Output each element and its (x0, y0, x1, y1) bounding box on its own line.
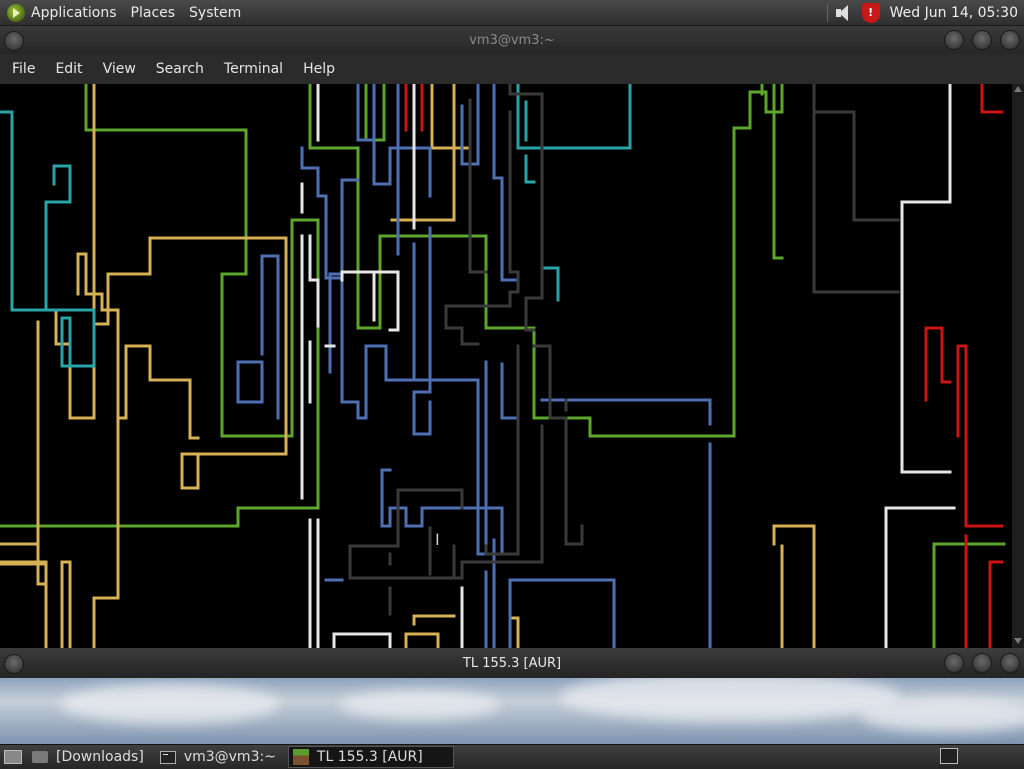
minecraft-icon (292, 749, 309, 765)
menu-terminal[interactable]: Terminal (222, 61, 285, 77)
task-label: TL 155.3 [AUR] (316, 749, 423, 765)
game-window-titlebar[interactable]: TL 155.3 [AUR] (0, 648, 1024, 678)
white-pipes (300, 84, 956, 648)
panel-separator (826, 3, 828, 22)
task-label: [Downloads] (56, 749, 144, 765)
window-menu-button[interactable] (4, 31, 24, 51)
menu-help[interactable]: Help (301, 61, 337, 77)
menu-applications[interactable]: Applications (31, 5, 117, 21)
game-close-button[interactable] (1000, 653, 1020, 673)
cloud (60, 684, 280, 724)
cloud (340, 690, 500, 720)
game-window-title: TL 155.3 [AUR] (462, 655, 562, 671)
gray-pipes (348, 84, 900, 616)
close-button[interactable] (1000, 30, 1020, 50)
task-terminal[interactable]: vm3@vm3:~ (156, 746, 284, 768)
scroll-down-icon[interactable] (1014, 638, 1022, 644)
folder-icon (32, 751, 48, 763)
menu-places[interactable]: Places (131, 5, 176, 21)
game-window-menu-button[interactable] (4, 654, 24, 674)
terminal-window-titlebar[interactable]: vm3@vm3:~ (0, 26, 1024, 54)
task-downloads[interactable]: [Downloads] (28, 746, 152, 768)
terminal-menubar: File Edit View Search Terminal Help (0, 54, 1024, 84)
top-panel: Applications Places System ! Wed Jun 14,… (0, 0, 1024, 26)
minimize-button[interactable] (944, 30, 964, 50)
terminal-output-area[interactable]: I (0, 84, 1012, 648)
bottom-taskbar: [Downloads] vm3@vm3:~ TL 155.3 [AUR] (0, 744, 1024, 769)
show-desktop-icon[interactable] (4, 750, 22, 764)
game-window-controls (936, 653, 1020, 673)
yellow-pipes (0, 84, 816, 648)
game-viewport[interactable] (0, 678, 1024, 744)
maximize-button[interactable] (972, 30, 992, 50)
volume-icon[interactable] (834, 4, 852, 22)
panel-tray: ! Wed Jun 14, 05:30 (821, 0, 1024, 25)
cloud (860, 698, 1024, 732)
task-game[interactable]: TL 155.3 [AUR] (287, 746, 454, 768)
window-controls (936, 30, 1020, 50)
text-cursor-icon: I (435, 530, 440, 549)
menu-search[interactable]: Search (154, 61, 206, 77)
menu-file[interactable]: File (10, 61, 37, 77)
terminal-window-title: vm3@vm3:~ (469, 32, 555, 48)
shield-icon[interactable]: ! (861, 2, 880, 23)
task-label: vm3@vm3:~ (183, 749, 276, 765)
terminal-scrollbar[interactable] (1012, 84, 1024, 648)
terminal-icon (159, 750, 176, 764)
menu-system[interactable]: System (189, 5, 241, 21)
pipes-animation (0, 84, 1006, 648)
scroll-up-icon[interactable] (1014, 86, 1022, 92)
cloud (560, 678, 900, 722)
clock[interactable]: Wed Jun 14, 05:30 (890, 5, 1018, 21)
tray-terminal-icon[interactable] (940, 748, 958, 764)
menu-edit[interactable]: Edit (53, 61, 84, 77)
distro-logo-icon[interactable] (7, 3, 25, 22)
game-maximize-button[interactable] (972, 653, 992, 673)
game-minimize-button[interactable] (944, 653, 964, 673)
menu-view[interactable]: View (101, 61, 138, 77)
shield-glyph: ! (868, 6, 874, 19)
